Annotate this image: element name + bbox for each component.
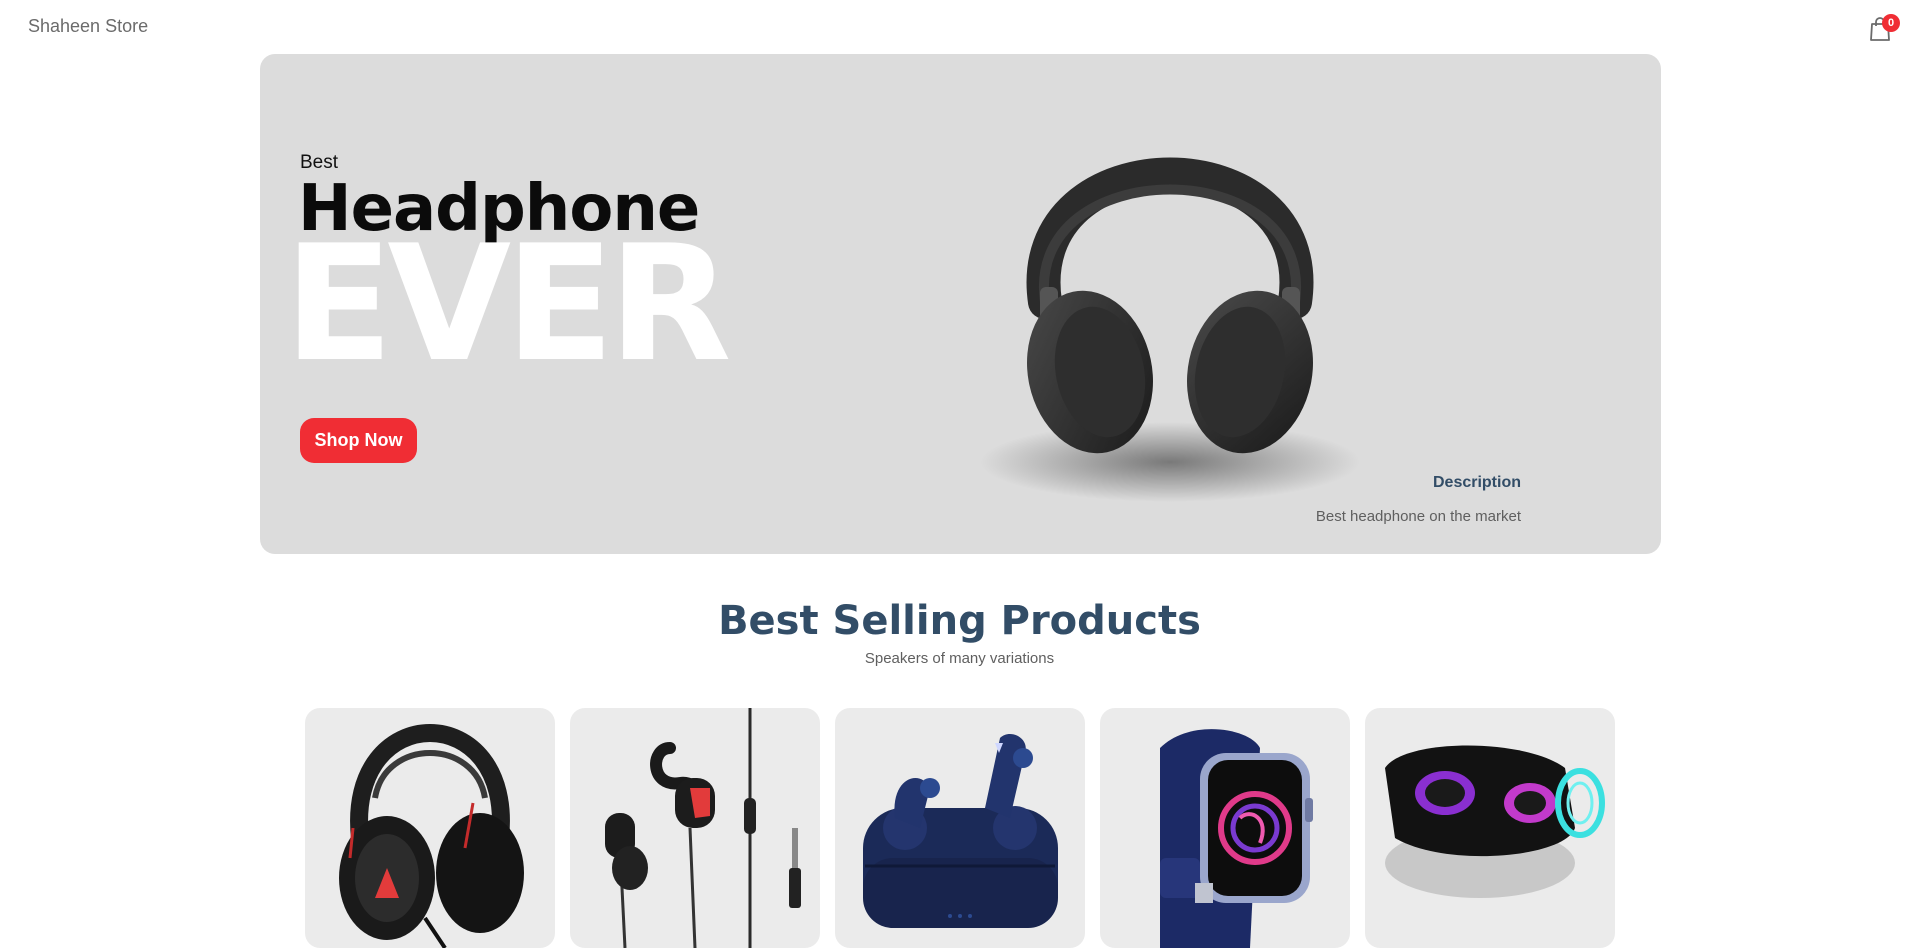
wireless-earbuds-image (863, 733, 1058, 928)
over-ear-headphone-image (339, 724, 524, 948)
cart-count-badge: 0 (1882, 14, 1900, 32)
product-card[interactable] (305, 708, 555, 948)
cart-button[interactable]: 0 (1868, 14, 1900, 44)
headphone-image (980, 157, 1360, 502)
product-grid (305, 708, 1615, 948)
hero-banner: Best Headphone EVER Shop Now Description… (260, 54, 1661, 554)
best-selling-subtitle: Speakers of many variations (864, 650, 1055, 667)
smartwatch-image (1160, 729, 1313, 948)
description-text: Best headphone on the market (1315, 508, 1521, 525)
navbar: Shaheen Store 0 (0, 0, 1919, 54)
hero-large-text: EVER (284, 210, 732, 397)
wired-earphone-image (605, 708, 801, 948)
product-card[interactable] (1100, 708, 1350, 948)
product-card[interactable] (570, 708, 820, 948)
hero-small-text: Best (300, 152, 339, 173)
best-selling-title: Best Selling Products (718, 598, 1201, 644)
store-logo[interactable]: Shaheen Store (28, 16, 148, 37)
bluetooth-speaker-image (1385, 745, 1605, 898)
product-card[interactable] (1365, 708, 1615, 948)
description-title: Description (1432, 474, 1521, 491)
shop-now-button[interactable]: Shop Now (300, 418, 417, 463)
product-card[interactable] (835, 708, 1085, 948)
